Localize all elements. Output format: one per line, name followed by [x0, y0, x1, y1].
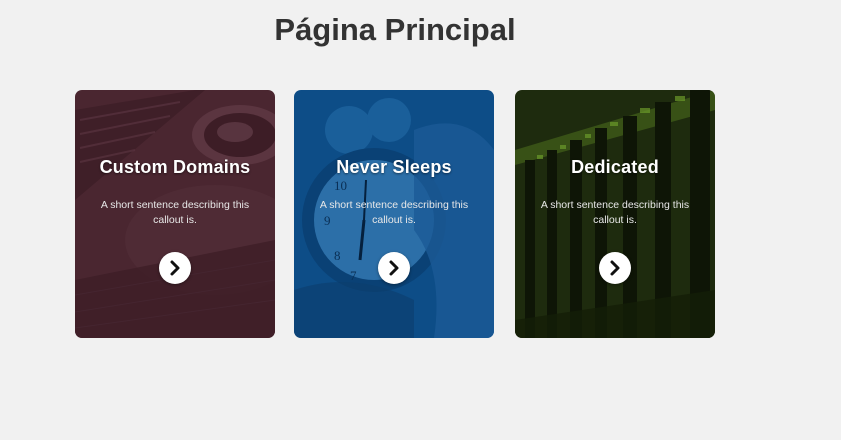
chevron-right-icon — [389, 260, 399, 276]
callout-card-never-sleeps: 9 8 7 10 Never Sleeps A short sentence d… — [294, 90, 494, 338]
card-title: Never Sleeps — [336, 157, 452, 177]
card-arrow-button[interactable] — [378, 252, 410, 284]
page-title: Página Principal — [274, 12, 516, 47]
card-description: A short sentence describing this callout… — [540, 199, 690, 226]
card-arrow-button[interactable] — [159, 252, 191, 284]
chevron-right-icon — [170, 260, 180, 276]
card-arrow-button[interactable] — [599, 252, 631, 284]
callout-card-dedicated: Dedicated A short sentence describing th… — [515, 90, 715, 338]
card-description: A short sentence describing this callout… — [319, 199, 469, 226]
svg-text:7: 7 — [350, 268, 357, 283]
svg-text:10: 10 — [334, 178, 347, 193]
card-description: A short sentence describing this callout… — [100, 199, 250, 226]
svg-text:8: 8 — [334, 248, 341, 263]
chevron-right-icon — [610, 260, 620, 276]
card-title: Custom Domains — [99, 157, 251, 177]
callout-card-custom-domains: Custom Domains A short sentence describi… — [75, 90, 275, 338]
card-title: Dedicated — [571, 157, 659, 177]
